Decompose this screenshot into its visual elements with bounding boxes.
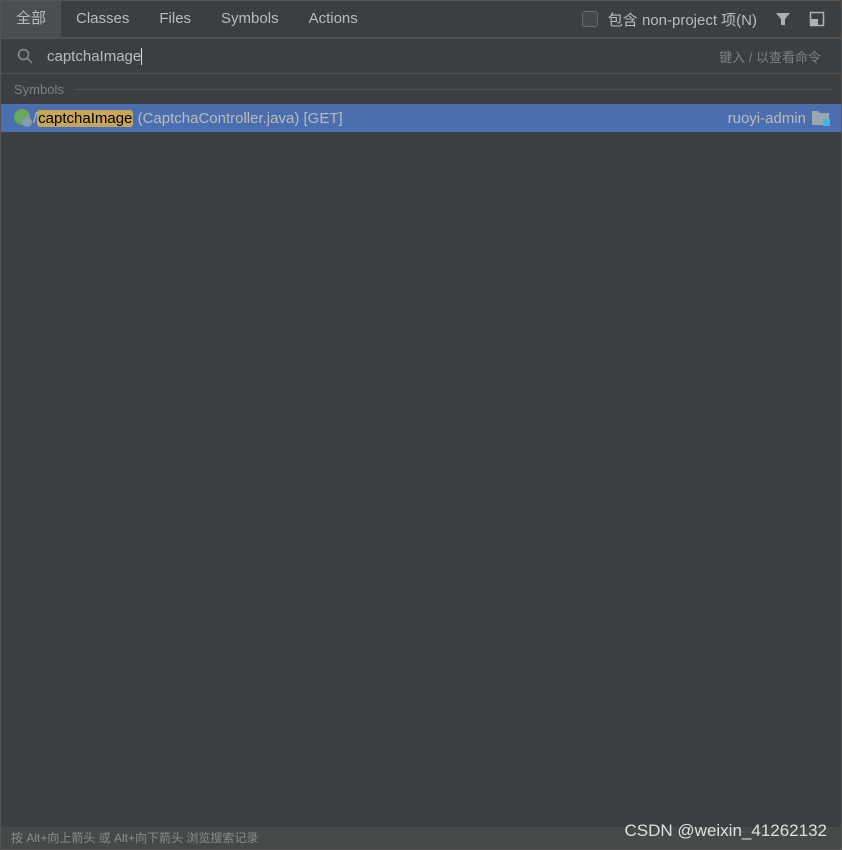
tab-files[interactable]: Files <box>144 1 206 37</box>
divider <box>73 88 831 90</box>
tab-actions[interactable]: Actions <box>294 1 373 37</box>
preview-panel-icon[interactable] <box>809 11 825 27</box>
watermark: CSDN @weixin_41262132 <box>624 821 827 840</box>
module-folder-icon <box>812 111 830 126</box>
tab-classes[interactable]: Classes <box>61 1 144 37</box>
search-input[interactable]: captchaImage <box>47 47 143 65</box>
include-non-project-label[interactable]: 包含 non-project 项(N) <box>608 9 757 30</box>
search-hint: 键入 / 以查看命令 <box>719 49 821 65</box>
section-title: Symbols <box>14 81 64 97</box>
result-row[interactable]: / captchaImage (CaptchaController.java) … <box>1 104 841 132</box>
spring-endpoint-icon <box>14 109 32 127</box>
module-name: ruoyi-admin <box>727 109 806 127</box>
filter-icon[interactable] <box>775 11 791 27</box>
result-detail: (CaptchaController.java) [GET] <box>133 109 343 127</box>
result-match: captchaImage <box>37 109 134 127</box>
tab-all[interactable]: 全部 <box>1 1 62 37</box>
tab-bar: 全部 Classes Files Symbols Actions 包含 non-… <box>1 1 841 39</box>
search-bar: captchaImage 键入 / 以查看命令 <box>1 39 841 74</box>
tab-symbols[interactable]: Symbols <box>206 1 294 37</box>
include-non-project-checkbox[interactable] <box>581 11 598 27</box>
section-header: Symbols <box>1 74 841 104</box>
search-icon <box>17 48 33 64</box>
